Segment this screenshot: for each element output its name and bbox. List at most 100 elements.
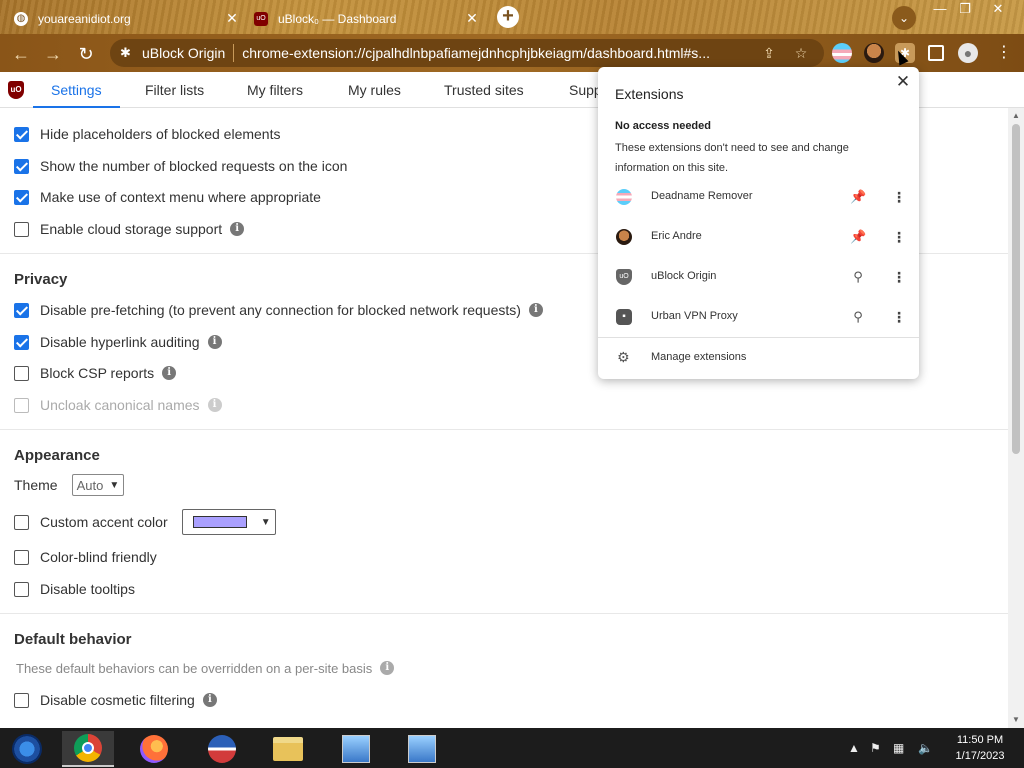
profile-avatar-icon[interactable]: ● [958,43,978,63]
taskbar-app-1[interactable] [330,731,382,767]
show-hidden-icons[interactable]: ▲ [848,740,860,756]
setting-cloud-storage[interactable]: Enable cloud storage support i [14,219,245,239]
manage-label: Manage extensions [651,351,747,363]
accent-color-picker[interactable]: ▼ [181,509,276,535]
setting-hyperlink-auditing[interactable]: Disable hyperlink auditing i [14,332,222,352]
more-options-icon[interactable]: ⋮ [892,229,906,245]
close-tab-icon[interactable]: ✕ [224,10,240,26]
setting-disable-cosmetic[interactable]: Disable cosmetic filtering i [14,690,217,710]
back-icon[interactable]: ← [10,43,32,65]
tab-my-filters[interactable]: My filters [247,72,303,108]
default-behavior-heading: Default behavior [14,631,132,648]
installer-icon [408,735,436,763]
scrollbar-thumb[interactable] [1012,124,1020,454]
checkbox[interactable] [14,126,29,142]
setting-custom-accent[interactable]: Custom accent color ▼ [14,509,276,535]
share-icon[interactable]: ⇪ [760,44,778,62]
checkbox[interactable] [14,514,29,530]
manage-extensions-button[interactable]: ⚙ Manage extensions [598,347,919,369]
extension-item-eric-andre[interactable]: Eric Andre 📌 ⋮ [598,217,919,257]
info-icon[interactable]: i [162,366,177,380]
pin-outline-icon[interactable]: ⚲ [850,269,866,285]
popup-divider [598,337,919,338]
clock-time: 11:50 PM [956,734,1004,746]
flag-icon[interactable]: ⚑ [870,740,881,756]
checkbox[interactable] [14,302,29,318]
checkbox[interactable] [14,221,29,237]
tab-filter-lists[interactable]: Filter lists [145,72,204,108]
taskbar-file-explorer[interactable] [262,731,314,767]
address-bar[interactable]: ✱ uBlock Origin chrome-extension://cjpal… [110,39,824,67]
theme-select[interactable]: Auto ▼ [71,474,125,496]
checkbox[interactable] [14,692,29,708]
tab-ublock-dashboard[interactable]: uO uBlock₀ — Dashboard ✕ [254,4,480,34]
checkbox[interactable] [14,334,29,350]
taskbar-clock[interactable]: 11:50 PM 1/17/2023 [945,732,1015,764]
scroll-up-icon[interactable]: ▲ [1012,112,1020,120]
browser-menu-icon[interactable]: ⋮ [996,42,1012,64]
checkbox[interactable] [14,365,29,381]
tab-trusted-sites[interactable]: Trusted sites [444,72,524,108]
new-tab-button[interactable]: + [497,6,519,28]
extension-item-ublock-origin[interactable]: uO uBlock Origin ⚲ ⋮ [598,257,919,297]
volume-icon[interactable]: 🔈 [918,740,933,756]
pin-icon[interactable]: 📌 [850,229,866,245]
setting-color-blind[interactable]: Color-blind friendly [14,547,157,567]
windows-taskbar: ▲ ⚑ ▦ 🔈 11:50 PM 1/17/2023 [0,728,1024,768]
bookmark-star-icon[interactable]: ☆ [792,44,810,62]
close-window-icon[interactable]: ✕ [985,0,1011,18]
taskbar-firefox[interactable] [128,731,180,767]
setting-disable-tooltips[interactable]: Disable tooltips [14,579,135,599]
eric-andre-toolbar-icon[interactable] [864,43,884,63]
scroll-down-icon[interactable]: ▼ [1012,716,1020,724]
installer-icon [342,735,370,763]
firefox-icon [140,735,168,763]
more-options-icon[interactable]: ⋮ [892,189,906,205]
pin-icon[interactable]: 📌 [850,189,866,205]
setting-hide-placeholders[interactable]: Hide placeholders of blocked elements [14,124,280,144]
checkbox[interactable] [14,581,29,597]
taskbar-app-obama[interactable] [196,731,248,767]
more-options-icon[interactable]: ⋮ [892,309,906,325]
pin-outline-icon[interactable]: ⚲ [850,309,866,325]
tab-youareanidiot[interactable]: ◍ youareanidiot.org ✕ [14,4,240,34]
close-tab-icon[interactable]: ✕ [464,10,480,26]
more-options-icon[interactable]: ⋮ [892,269,906,285]
deadname-remover-toolbar-icon[interactable] [832,43,852,63]
taskbar-chrome[interactable] [62,731,114,767]
setting-show-blocked-count[interactable]: Show the number of blocked requests on t… [14,156,347,176]
tab-support[interactable]: Supp [569,72,602,108]
checkbox[interactable] [14,549,29,565]
restore-icon[interactable]: ❐ [952,0,978,18]
network-icon[interactable]: ▦ [893,740,904,756]
forward-icon[interactable]: → [42,43,64,65]
chrome-center [82,742,94,754]
reload-icon[interactable]: ↻ [75,43,97,65]
page-scrollbar[interactable]: ▲ ▼ [1008,108,1024,728]
side-panel-icon[interactable] [928,45,944,61]
tab-search-icon[interactable]: ⌄ [892,6,916,30]
setting-label: Disable cosmetic filtering [40,692,195,708]
ublock-icon: uO [254,12,268,26]
info-icon[interactable]: i [202,693,217,707]
setting-context-menu[interactable]: Make use of context menu where appropria… [14,187,321,207]
setting-label: Enable cloud storage support [40,221,223,237]
info-icon[interactable]: i [380,661,395,675]
setting-block-csp[interactable]: Block CSP reports i [14,363,177,383]
clock-date: 1/17/2023 [955,750,1005,762]
taskbar-app-2[interactable] [396,731,448,767]
minimize-icon[interactable]: — [927,0,953,18]
info-icon[interactable]: i [230,222,245,236]
checkbox[interactable] [14,189,29,205]
checkbox[interactable] [14,158,29,174]
setting-disable-prefetching[interactable]: Disable pre-fetching (to prevent any con… [14,300,543,320]
browser-tab-bar: ◍ youareanidiot.org ✕ uO uBlock₀ — Dashb… [0,0,1024,34]
info-icon[interactable]: i [207,335,222,349]
tab-my-rules[interactable]: My rules [348,72,401,108]
info-icon[interactable]: i [528,303,543,317]
extension-item-urban-vpn[interactable]: ▪ Urban VPN Proxy ⚲ ⋮ [598,297,919,337]
tab-settings[interactable]: Settings [33,72,120,108]
extension-item-deadname-remover[interactable]: Deadname Remover 📌 ⋮ [598,177,919,217]
close-icon[interactable]: ✕ [894,73,912,91]
start-button[interactable] [2,731,52,767]
